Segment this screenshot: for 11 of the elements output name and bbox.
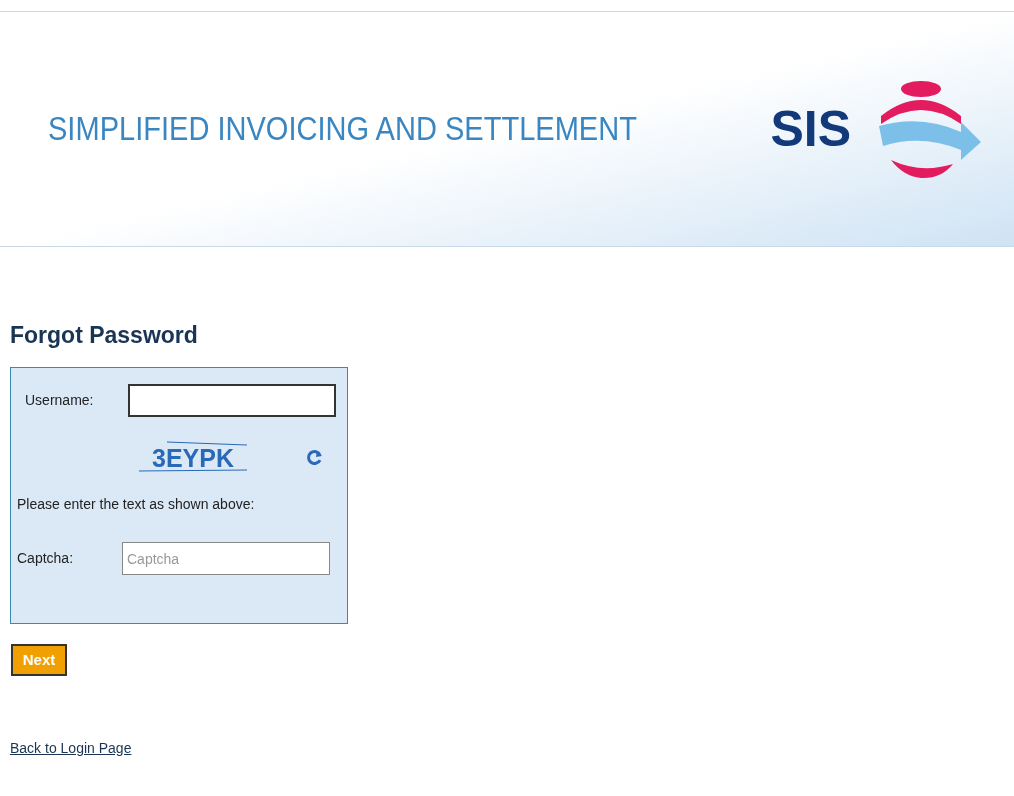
captcha-field[interactable]: Captcha [122, 542, 330, 575]
instruction-text: Please enter the text as shown above: [17, 495, 256, 514]
username-field[interactable] [128, 384, 336, 417]
refresh-icon[interactable] [307, 449, 323, 465]
page-heading: Forgot Password [10, 324, 199, 347]
logo-text: SIS [770, 104, 851, 154]
captcha-label: Captcha: [17, 549, 75, 568]
username-label: Username: [25, 391, 95, 410]
site-title: SIMPLIFIED INVOICING AND SETTLEMENT [48, 109, 637, 150]
captcha-image: 3EYPK [137, 439, 287, 475]
back-to-login-link[interactable]: Back to Login Page [10, 740, 132, 756]
